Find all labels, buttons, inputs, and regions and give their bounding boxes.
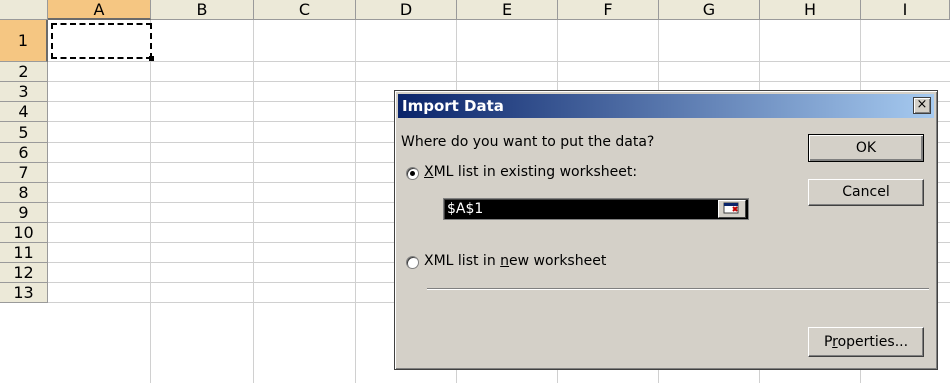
column-header-b[interactable]: B [151, 0, 254, 20]
row-header-1[interactable]: 1 [0, 20, 48, 62]
dialog-title: Import Data [402, 97, 504, 115]
row-header-9[interactable]: 9 [0, 203, 48, 223]
row-header-8[interactable]: 8 [0, 183, 48, 203]
fill-handle[interactable] [149, 56, 154, 61]
select-all-corner[interactable] [0, 0, 48, 20]
column-header-d[interactable]: D [356, 0, 457, 20]
active-cell-a1[interactable] [51, 23, 154, 61]
gridline [48, 81, 950, 82]
row-header-13[interactable]: 13 [0, 283, 48, 303]
close-button[interactable]: × [913, 97, 931, 114]
label-prefix: XML list in [424, 253, 501, 269]
label-suffix: ew worksheet [509, 253, 607, 269]
column-header-e[interactable]: E [457, 0, 558, 20]
separator [427, 288, 929, 290]
ok-button[interactable]: OK [808, 134, 924, 162]
range-value: $A$1 [447, 201, 484, 217]
column-header-a[interactable]: A [48, 0, 151, 20]
column-header-f[interactable]: F [558, 0, 659, 20]
row-header-3[interactable]: 3 [0, 82, 48, 102]
column-header-i[interactable]: I [861, 0, 950, 20]
new-worksheet-label[interactable]: XML list in new worksheet [424, 253, 606, 269]
gridline [48, 61, 950, 62]
collapse-dialog-button[interactable] [718, 200, 746, 218]
label-suffix: operties... [837, 334, 909, 350]
radio-selected-dot [410, 171, 415, 176]
label-suffix: ML list in existing worksheet: [433, 164, 638, 180]
existing-worksheet-radio[interactable] [406, 167, 419, 180]
collapse-dialog-icon [723, 202, 739, 214]
column-header-c[interactable]: C [254, 0, 356, 20]
label-prefix: P [823, 334, 833, 350]
row-header-4[interactable]: 4 [0, 102, 48, 122]
range-reference-input[interactable]: $A$1 [443, 198, 749, 220]
mnemonic: n [500, 253, 510, 269]
row-header-12[interactable]: 12 [0, 263, 48, 283]
properties-button[interactable]: Properties... [808, 327, 924, 357]
row-header-11[interactable]: 11 [0, 243, 48, 263]
row-header-2[interactable]: 2 [0, 62, 48, 82]
dialog-titlebar[interactable]: Import Data × [398, 94, 934, 118]
mnemonic: X [424, 164, 434, 180]
column-header-h[interactable]: H [760, 0, 861, 20]
row-header-6[interactable]: 6 [0, 143, 48, 163]
existing-worksheet-label[interactable]: XML list in existing worksheet: [424, 164, 637, 180]
row-header-7[interactable]: 7 [0, 163, 48, 183]
import-data-dialog: Import Data × Where do you want to put t… [394, 90, 938, 370]
new-worksheet-radio[interactable] [406, 256, 419, 269]
destination-question: Where do you want to put the data? [401, 134, 655, 150]
row-header-10[interactable]: 10 [0, 223, 48, 243]
cancel-button[interactable]: Cancel [808, 179, 924, 206]
row-header-5[interactable]: 5 [0, 122, 48, 143]
column-header-g[interactable]: G [659, 0, 760, 20]
